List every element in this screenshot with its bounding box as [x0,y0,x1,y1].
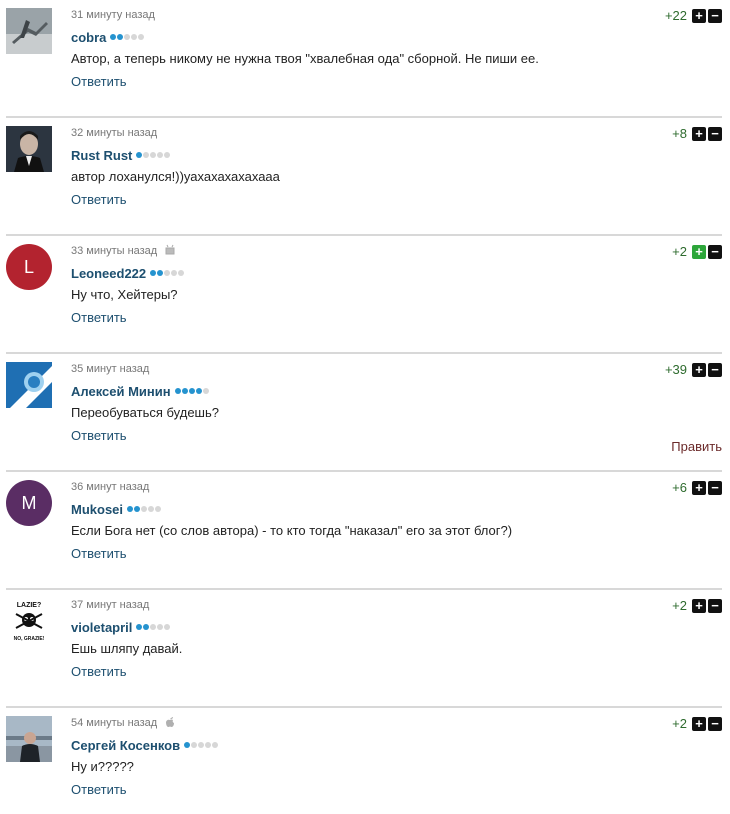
upvote-button[interactable]: + [692,480,706,495]
reply-link[interactable]: Ответить [71,428,722,443]
comment-time: 31 минуту назад [71,9,155,21]
comment-time: 35 минут назад [71,363,150,375]
avatar-letter: L [23,256,34,277]
user-level-dots [136,624,171,630]
android-icon [165,244,175,259]
comment-time-text: 33 минуты назад [71,245,158,257]
comment-time: 37 минут назад [71,599,150,611]
user-avatar[interactable]: L [6,244,52,290]
reply-link[interactable]: Ответить [71,782,722,797]
comment-text: Автор, а теперь никому не нужна твоя "хв… [71,51,539,66]
reply-link[interactable]: Ответить [71,664,722,679]
comment-time: 33 минуты назад [71,244,722,258]
downvote-button[interactable]: − [708,8,722,23]
comment-item: M 36 минут назад Mukosei Если Бога нет (… [6,472,722,590]
comment-time: 36 минут назад [71,481,150,493]
comment-item: 32 минуты назад Rust Rust автор лоханулс… [6,118,722,236]
comment-item: 31 минуту назад cobra Автор, а теперь ни… [6,0,722,118]
author-link[interactable]: violetapril [71,620,132,635]
user-avatar[interactable] [6,716,52,762]
user-avatar[interactable] [6,126,52,172]
user-level-dots [127,506,162,512]
comment-score: +2 [672,598,687,613]
comment-item: L 33 минуты назад Leoneed222 Ну что, Хей… [6,236,722,354]
comment-item: 35 минут назад Алексей Минин Переобувать… [6,354,722,472]
author-link[interactable]: Алексей Минин [71,384,171,399]
edit-link[interactable]: Править [671,439,722,454]
comment-text: Ну и????? [71,759,134,774]
comment-text: автор лоханулся!))уахахахахахааа [71,169,280,184]
author-link[interactable]: Leoneed222 [71,266,146,281]
comment-text: Если Бога нет (со слов автора) - то кто … [71,523,513,538]
author-link[interactable]: Rust Rust [71,148,132,163]
downvote-button[interactable]: − [708,480,722,495]
user-level-dots [150,270,185,276]
reply-link[interactable]: Ответить [71,74,722,89]
comment-score: +2 [672,716,687,731]
user-avatar[interactable]: LAZIE? NO, GRAZIE! [6,598,52,644]
comment-list: 31 минуту назад cobra Автор, а теперь ни… [0,0,730,814]
comment-text: Ну что, Хейтеры? [71,287,178,302]
downvote-button[interactable]: − [708,362,722,377]
avatar-letter: M [21,492,37,513]
author-link[interactable]: cobra [71,30,106,45]
comment-score: +2 [672,244,687,259]
comment-score: +22 [664,8,687,23]
user-level-dots [184,742,219,748]
user-level-dots [174,388,209,394]
comment-time: 54 минуты назад [71,716,722,730]
comment-time: 32 минуты назад [71,127,158,139]
upvote-button[interactable]: + [692,716,706,731]
user-avatar[interactable] [6,8,52,54]
apple-icon [165,716,175,731]
comment-time-text: 54 минуты назад [71,717,158,729]
user-avatar[interactable] [6,362,52,408]
upvote-button[interactable]: + [692,598,706,613]
user-level-dots [136,152,171,158]
downvote-button[interactable]: − [708,598,722,613]
downvote-button[interactable]: − [708,244,722,259]
comment-score: +6 [672,480,687,495]
upvote-button[interactable]: + [692,362,706,377]
downvote-button[interactable]: − [708,716,722,731]
comment-item: 54 минуты назад Сергей Косенков Ну и????… [6,708,722,814]
author-link[interactable]: Mukosei [71,502,123,517]
comment-score: +8 [672,126,687,141]
upvote-button[interactable]: + [692,126,706,141]
lazie-image-icon: LAZIE? NO, GRAZIE! [6,598,52,644]
comment-score: +39 [664,362,687,377]
upvote-button[interactable]: + [692,244,706,259]
comment-text: Ешь шляпу давай. [71,641,183,656]
comment-item: LAZIE? NO, GRAZIE! 37 минут назад violet… [6,590,722,708]
author-link[interactable]: Сергей Косенков [71,738,180,753]
avatar-top-text: LAZIE? [17,602,42,609]
reply-link[interactable]: Ответить [71,546,722,561]
downvote-button[interactable]: − [708,126,722,141]
comment-text: Переобуваться будешь? [71,405,219,420]
reply-link[interactable]: Ответить [71,310,722,325]
user-level-dots [110,34,145,40]
avatar-bottom-text: NO, GRAZIE! [14,636,45,642]
reply-link[interactable]: Ответить [71,192,722,207]
user-avatar[interactable]: M [6,480,52,526]
upvote-button[interactable]: + [692,8,706,23]
